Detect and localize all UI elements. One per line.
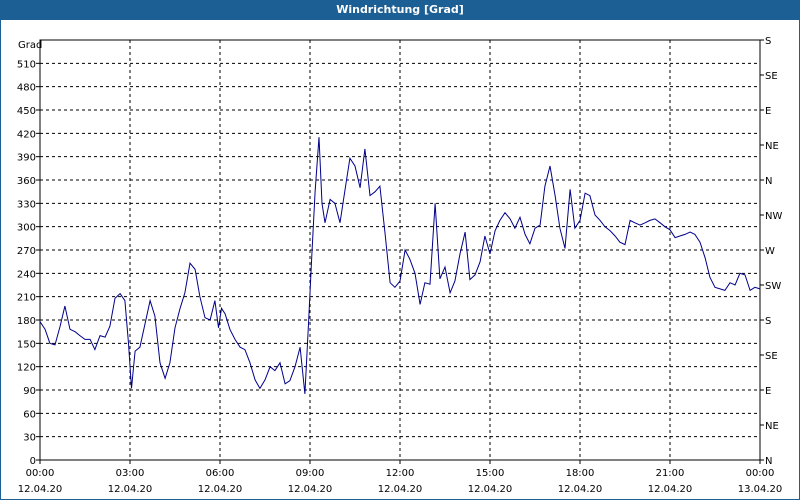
x-tick-date: 12.04.20 — [288, 484, 333, 495]
y2-tick-label: SE — [765, 71, 778, 82]
x-tick-date: 12.04.20 — [198, 484, 243, 495]
y2-tick-label: E — [765, 106, 771, 117]
x-tick-date: 13.04.20 — [738, 484, 783, 495]
y-tick-label: 90 — [23, 386, 36, 397]
x-tick-time: 06:00 — [206, 468, 235, 479]
y-tick-label: 360 — [17, 176, 36, 187]
y-tick-label: 510 — [17, 59, 36, 70]
x-tick-time: 18:00 — [566, 468, 595, 479]
y-tick-label: 150 — [17, 339, 36, 350]
chart-title: Windrichtung [Grad] — [0, 0, 800, 20]
y2-tick-label: NE — [765, 421, 779, 432]
series-line — [39, 137, 761, 394]
y2-tick-label: SW — [765, 281, 781, 292]
y-tick-label: 420 — [17, 129, 36, 140]
x-tick-time: 03:00 — [116, 468, 145, 479]
y-tick-label: 120 — [17, 363, 36, 374]
y2-tick-label: NW — [765, 211, 782, 222]
y2-tick-label: E — [765, 386, 771, 397]
x-tick-date: 12.04.20 — [108, 484, 153, 495]
wind-direction-chart: 0 30 60 90 120 150 180 210 240 270 300 330 360 390 420… — [17, 36, 783, 495]
x-tick-time: 00:00 — [26, 468, 55, 479]
x-axis: 00:00 12.04.20 03:00 12.04.20 06:00 12.04.20 0… — [18, 460, 783, 495]
x-tick-time: 12:00 — [386, 468, 415, 479]
y2-tick-label: S — [765, 36, 771, 47]
y-tick-label: 210 — [17, 293, 36, 304]
y-axis-left: 0 30 60 90 120 150 180 210 240 270 300 330 360 390 420… — [17, 59, 40, 467]
y-tick-label: 330 — [17, 199, 36, 210]
y-tick-label: 60 — [23, 409, 36, 420]
x-tick-date: 12.04.20 — [378, 484, 423, 495]
y-axis-label: Grad — [18, 40, 42, 51]
x-tick-date: 12.04.20 — [558, 484, 603, 495]
y2-tick-label: NE — [765, 141, 779, 152]
x-tick-time: 21:00 — [656, 468, 685, 479]
x-tick-date: 12.04.20 — [18, 484, 63, 495]
y2-tick-label: S — [765, 316, 771, 327]
grid-lines — [40, 40, 760, 460]
y-tick-label: 300 — [17, 223, 36, 234]
y-tick-label: 480 — [17, 83, 36, 94]
x-tick-date: 12.04.20 — [648, 484, 693, 495]
y2-tick-label: N — [765, 176, 772, 187]
x-tick-time: 15:00 — [476, 468, 505, 479]
y2-tick-label: W — [765, 246, 775, 257]
x-tick-date: 12.04.20 — [468, 484, 513, 495]
y-tick-label: 0 — [30, 456, 36, 467]
y-tick-label: 270 — [17, 246, 36, 257]
y-tick-label: 450 — [17, 106, 36, 117]
x-tick-time: 09:00 — [296, 468, 325, 479]
y-tick-label: 30 — [23, 433, 36, 444]
y2-tick-label: N — [765, 456, 772, 467]
y-tick-label: 240 — [17, 269, 36, 280]
y-tick-label: 180 — [17, 316, 36, 327]
y2-tick-label: SE — [765, 351, 778, 362]
y-axis-right: N NE E SE S SW W NW N NE E SE S — [760, 36, 782, 467]
x-tick-time: 00:00 — [746, 468, 775, 479]
y-tick-label: 390 — [17, 153, 36, 164]
